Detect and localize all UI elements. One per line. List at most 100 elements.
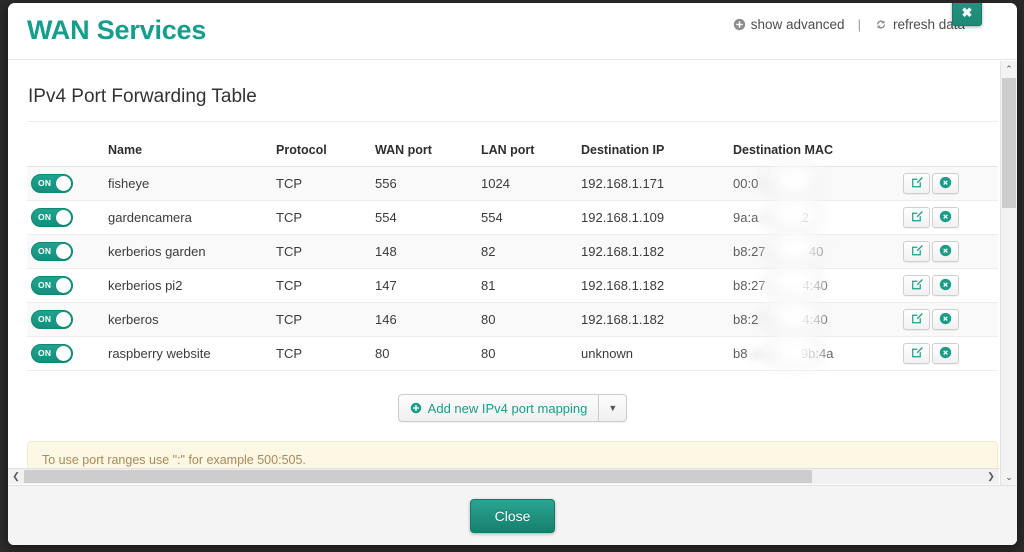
refresh-icon [874, 18, 888, 31]
dialog-footer: Close [8, 485, 1017, 545]
row-destination-mac: 9a:ax:xx:xx:2 [733, 201, 903, 235]
add-mapping-dropdown-toggle[interactable]: ▼ [598, 394, 627, 422]
dialog-body-inner: IPv4 Port Forwarding Table Name Protocol… [8, 60, 1017, 479]
row-wan-port: 556 [375, 167, 481, 201]
row-actions [903, 269, 998, 303]
edit-button[interactable] [903, 275, 930, 296]
mac-prefix: b8:27 [733, 244, 766, 259]
row-toggle-cell: ON [27, 269, 108, 303]
enable-toggle-label: ON [38, 178, 51, 188]
delete-button[interactable] [932, 343, 959, 364]
enable-toggle[interactable]: ON [31, 310, 73, 329]
page-title: WAN Services [27, 15, 206, 46]
row-destination-ip: 192.168.1.182 [581, 269, 733, 303]
column-header-destination-ip: Destination IP [581, 122, 733, 167]
enable-toggle[interactable]: ON [31, 242, 73, 261]
row-wan-port: 146 [375, 303, 481, 337]
row-toggle-cell: ON [27, 201, 108, 235]
column-header-destination-mac: Destination MAC [733, 122, 903, 167]
row-toggle-cell: ON [27, 167, 108, 201]
edit-button[interactable] [903, 241, 930, 262]
enable-toggle-label: ON [38, 348, 51, 358]
mac-redacted: :xx:xx:x [766, 244, 809, 259]
edit-button[interactable] [903, 173, 930, 194]
row-destination-mac: b8:xx:xx:xx:9b:4a [733, 337, 903, 371]
enable-toggle[interactable]: ON [31, 174, 73, 193]
enable-toggle[interactable]: ON [31, 276, 73, 295]
mac-redacted: 7:xx:xx: [758, 312, 802, 327]
dialog-body: IPv4 Port Forwarding Table Name Protocol… [8, 60, 1017, 484]
show-advanced-label: show advanced [751, 17, 845, 32]
row-lan-port: 82 [481, 235, 581, 269]
table-head: Name Protocol WAN port LAN port Destinat… [27, 122, 998, 167]
column-header-name: Name [108, 122, 276, 167]
mac-redacted: x:xx:xx: [758, 210, 801, 225]
edit-button[interactable] [903, 309, 930, 330]
header-tools: show advanced | refresh data [733, 17, 965, 32]
enable-toggle-label: ON [38, 314, 51, 324]
enable-toggle[interactable]: ON [31, 208, 73, 227]
mac-prefix: b8:27 [733, 278, 766, 293]
enable-toggle-knob [56, 176, 71, 191]
mac-prefix: b8:2 [733, 312, 758, 327]
table-row: ONraspberry websiteTCP8080unknownb8:xx:x… [27, 337, 998, 371]
table-row: ONkerberosTCP14680192.168.1.182b8:27:xx:… [27, 303, 998, 337]
close-button[interactable]: Close [470, 499, 556, 533]
add-new-ipv4-port-mapping-button[interactable]: Add new IPv4 port mapping [398, 394, 599, 422]
row-protocol: TCP [276, 201, 375, 235]
edit-icon [911, 312, 923, 327]
show-advanced-link[interactable]: show advanced [733, 17, 845, 32]
wan-services-dialog: WAN Services show advanced | [8, 3, 1017, 545]
close-icon-button[interactable]: ✖ [952, 3, 982, 26]
row-wan-port: 554 [375, 201, 481, 235]
mac-suffix: 40 [809, 244, 823, 259]
edit-button[interactable] [903, 343, 930, 364]
delete-button[interactable] [932, 309, 959, 330]
scroll-up-arrow-icon[interactable]: ⌃ [1001, 61, 1017, 77]
enable-toggle[interactable]: ON [31, 344, 73, 363]
column-header-actions [903, 122, 998, 167]
table-row: ONkerberios gardenTCP14882192.168.1.182b… [27, 235, 998, 269]
delete-button[interactable] [932, 207, 959, 228]
delete-icon [939, 210, 952, 226]
vertical-scrollbar[interactable]: ⌃ ⌄ [1000, 61, 1017, 485]
row-protocol: TCP [276, 337, 375, 371]
plus-circle-icon [733, 18, 746, 31]
row-destination-mac: 00:0x:xx:xx:xx [733, 167, 903, 201]
row-destination-mac: b8:27:xx:xx:x40 [733, 235, 903, 269]
row-wan-port: 148 [375, 235, 481, 269]
row-wan-port: 147 [375, 269, 481, 303]
row-wan-port: 80 [375, 337, 481, 371]
horizontal-scroll-track[interactable] [24, 469, 983, 484]
horizontal-scroll-thumb[interactable] [24, 470, 812, 483]
table-row: ONgardencameraTCP554554192.168.1.1099a:a… [27, 201, 998, 235]
port-range-hint-text: To use port ranges use ":" for example 5… [42, 453, 306, 467]
scroll-right-arrow-icon[interactable]: ❯ [983, 469, 999, 484]
horizontal-scrollbar[interactable]: ❮ ❯ [8, 468, 999, 484]
delete-button[interactable] [932, 241, 959, 262]
vertical-scroll-thumb[interactable] [1002, 78, 1016, 208]
column-header-wan-port: WAN port [375, 122, 481, 167]
column-header-toggle [27, 122, 108, 167]
row-toggle-cell: ON [27, 303, 108, 337]
row-actions [903, 337, 998, 371]
mac-redacted: :xx:xx: [766, 278, 803, 293]
delete-button[interactable] [932, 275, 959, 296]
close-icon-glyph: ✖ [962, 5, 973, 21]
edit-button[interactable] [903, 207, 930, 228]
delete-button[interactable] [932, 173, 959, 194]
scroll-down-arrow-icon[interactable]: ⌄ [1001, 469, 1017, 485]
enable-toggle-label: ON [38, 212, 51, 222]
scroll-left-arrow-icon[interactable]: ❮ [8, 469, 24, 484]
table-row: ONkerberios pi2TCP14781192.168.1.182b8:2… [27, 269, 998, 303]
row-lan-port: 1024 [481, 167, 581, 201]
row-lan-port: 80 [481, 337, 581, 371]
edit-icon [911, 346, 923, 361]
plus-circle-icon [410, 402, 422, 414]
row-lan-port: 80 [481, 303, 581, 337]
row-name: kerberos [108, 303, 276, 337]
row-destination-ip: 192.168.1.109 [581, 201, 733, 235]
row-actions [903, 235, 998, 269]
section-title: IPv4 Port Forwarding Table [27, 60, 998, 122]
enable-toggle-knob [56, 244, 71, 259]
